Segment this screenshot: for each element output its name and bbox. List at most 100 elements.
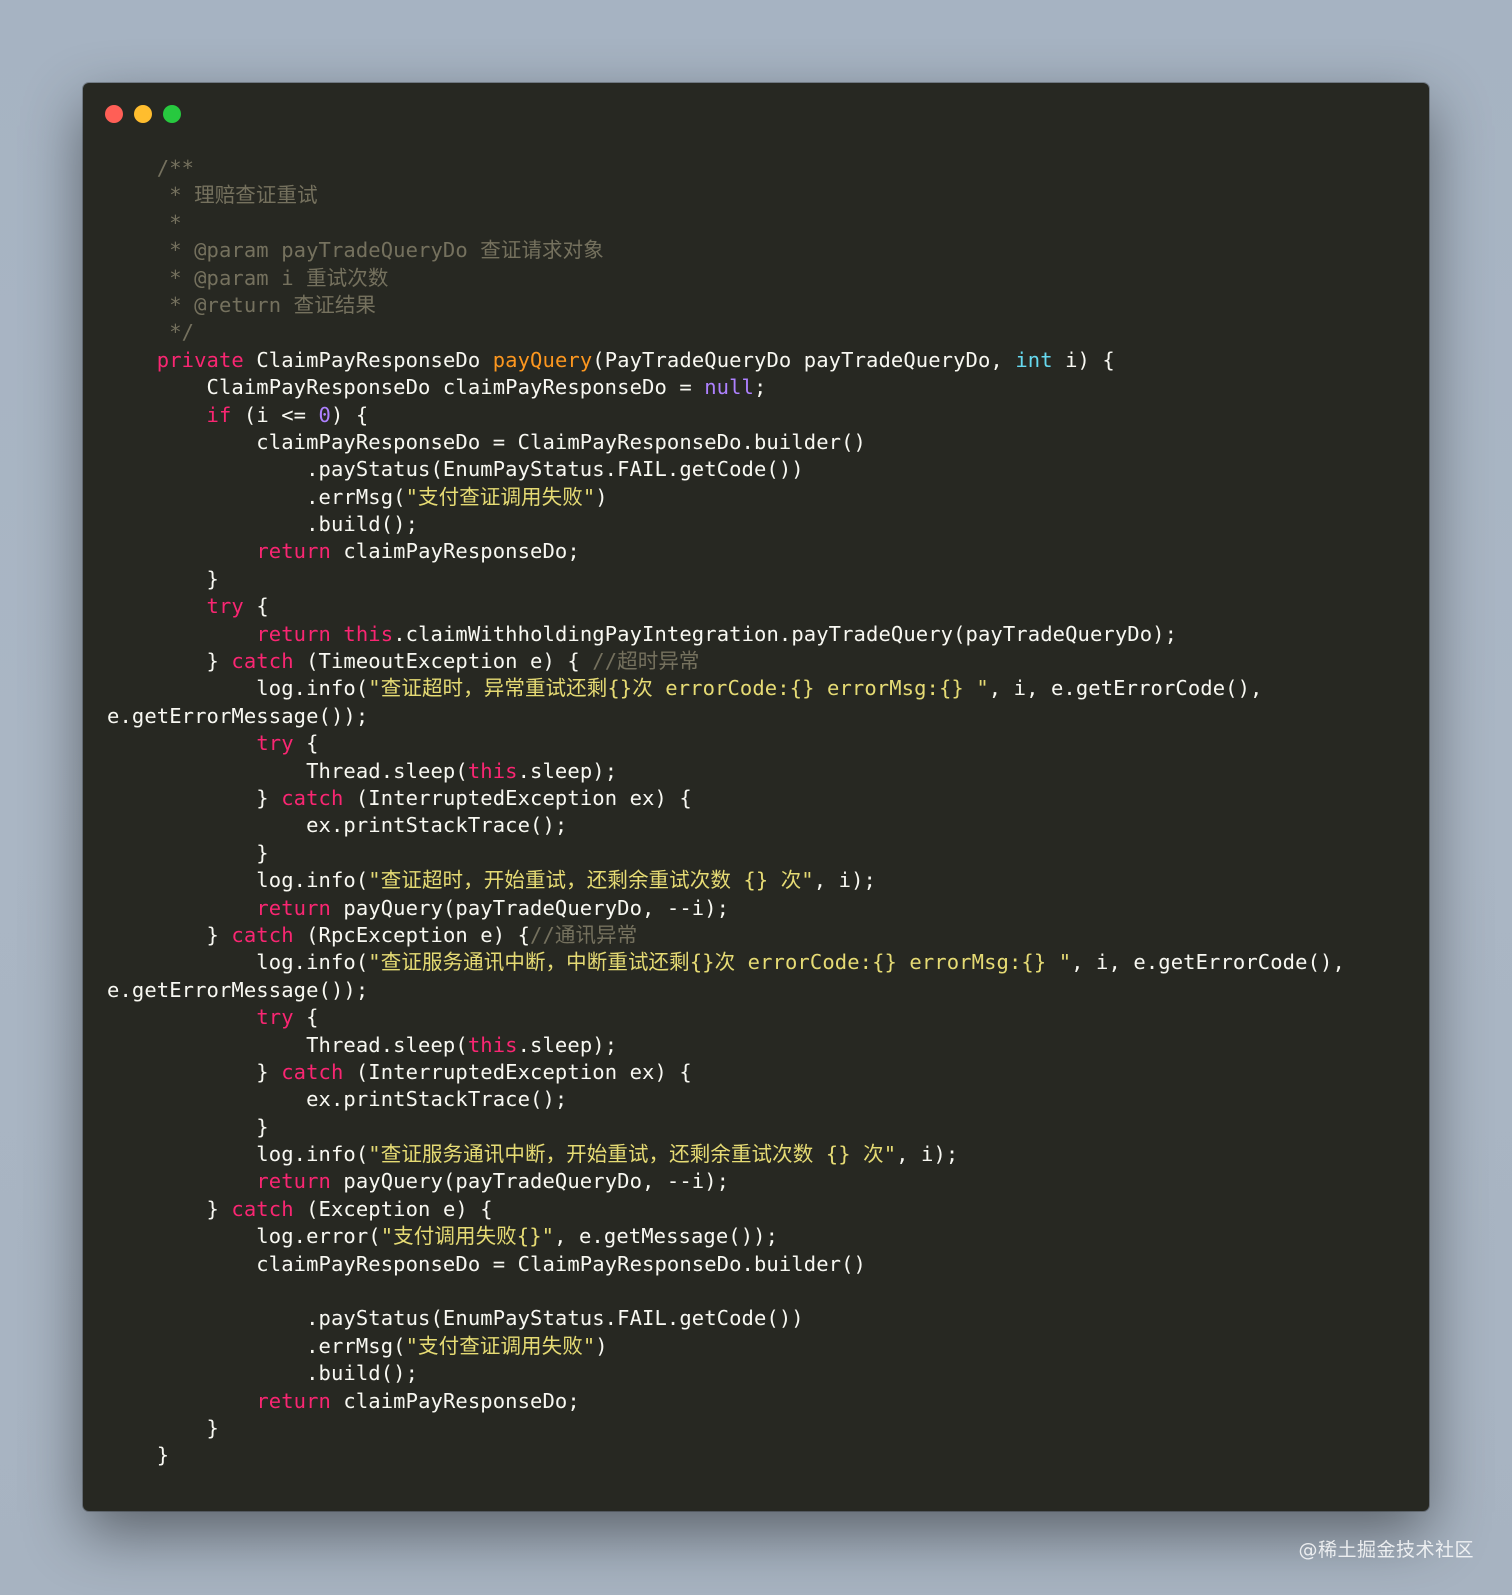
code-token-plain: payQuery(payTradeQueryDo, --i); — [330, 895, 730, 920]
minimize-button[interactable] — [134, 105, 152, 123]
code-line: * @return 查证结果 — [107, 292, 1345, 319]
code-token-plain: , e.getMessage()); — [554, 1224, 779, 1249]
code-token-plain: .payStatus(EnumPayStatus.FAIL.getCode()) — [107, 1306, 804, 1331]
code-line: return claimPayResponseDo; — [107, 538, 1345, 565]
close-button[interactable] — [105, 105, 123, 123]
code-token-plain: .claimWithholdingPayIntegration.payTrade… — [393, 621, 1178, 646]
code-token-plain: i) { — [1052, 347, 1115, 372]
code-token-plain: ClaimPayResponseDo claimPayResponseDo = — [107, 375, 705, 400]
code-line: ex.printStackTrace(); — [107, 812, 1345, 839]
code-token-plain: claimPayResponseDo = ClaimPayResponseDo.… — [107, 1251, 866, 1276]
code-token-keyword: catch — [231, 649, 294, 674]
code-token-plain: claimPayResponseDo; — [330, 1388, 580, 1413]
code-line: * @param i 重试次数 — [107, 265, 1345, 292]
code-token-plain: log.error( — [107, 1224, 381, 1249]
code-line: .payStatus(EnumPayStatus.FAIL.getCode()) — [107, 456, 1345, 483]
code-token-keyword: catch — [231, 922, 294, 947]
code-token-plain: claimPayResponseDo; — [330, 539, 580, 564]
code-token-plain: log.info( — [107, 950, 369, 975]
code-token-string: "查证超时，异常重试还剩{}次 errorCode:{} errorMsg:{}… — [368, 676, 989, 701]
maximize-button[interactable] — [163, 105, 181, 123]
code-token-comment: * — [107, 210, 182, 235]
code-line: .payStatus(EnumPayStatus.FAIL.getCode()) — [107, 1305, 1345, 1332]
code-line: } — [107, 840, 1345, 867]
code-token-plain: ex.printStackTrace(); — [107, 1087, 568, 1112]
code-token-keyword: this — [467, 1032, 518, 1057]
code-line: try { — [107, 593, 1345, 620]
code-line: private ClaimPayResponseDo payQuery(PayT… — [107, 347, 1345, 374]
code-token-string: "查证服务通讯中断，开始重试，还剩余重试次数 {} 次" — [368, 1142, 897, 1167]
code-token-plain: } — [107, 1114, 269, 1139]
code-block: /** * 理赔查证重试 * * @param payTradeQueryDo … — [107, 155, 1345, 1470]
code-token-keyword: return — [256, 621, 331, 646]
code-token-func: payQuery — [492, 347, 593, 372]
code-token-string: "查证服务通讯中断，中断重试还剩{}次 errorCode:{} errorMs… — [368, 950, 1072, 975]
code-token-plain: ex.printStackTrace(); — [107, 813, 568, 838]
code-token-comment: * @param payTradeQueryDo 查证请求对象 — [107, 238, 604, 263]
code-token-plain: (InterruptedException ex) { — [343, 1059, 692, 1084]
code-token-plain: ) { — [331, 402, 369, 427]
code-token-comment: //超时异常 — [592, 649, 700, 674]
code-token-plain: , i); — [813, 868, 876, 893]
code-token-plain: (PayTradeQueryDo payTradeQueryDo, — [592, 347, 1016, 372]
code-token-string: "支付调用失败{}" — [380, 1224, 555, 1249]
code-token-plain: .sleep); — [517, 758, 618, 783]
code-token-plain: { — [293, 731, 319, 756]
code-token-plain: } — [107, 566, 219, 591]
code-token-plain: payQuery(payTradeQueryDo, --i); — [330, 1169, 730, 1194]
code-token-plain: { — [243, 594, 269, 619]
code-line: } catch (RpcException e) {//通讯异常 — [107, 922, 1345, 949]
code-token-plain: (Exception e) { — [293, 1196, 493, 1221]
code-line: log.info("查证服务通讯中断，中断重试还剩{}次 errorCode:{… — [107, 949, 1345, 976]
code-token-plain: claimPayResponseDo = ClaimPayResponseDo.… — [107, 429, 866, 454]
code-token-plain: .errMsg( — [107, 1333, 406, 1358]
code-token-plain: (i <= — [231, 402, 319, 427]
code-token-plain: .errMsg( — [107, 484, 406, 509]
code-line: ClaimPayResponseDo claimPayResponseDo = … — [107, 374, 1345, 401]
code-line: } — [107, 1442, 1345, 1469]
code-token-comment: /** — [107, 156, 195, 180]
code-token-comment: * 理赔查证重试 — [107, 183, 318, 208]
code-line: * — [107, 210, 1345, 237]
code-token-plain: .build(); — [107, 1361, 419, 1386]
code-token-comment: * @return 查证结果 — [107, 292, 377, 317]
code-token-plain: .sleep); — [517, 1032, 618, 1057]
code-token-string: "查证超时，开始重试，还剩余重试次数 {} 次" — [368, 868, 814, 893]
code-token-plain: log.info( — [107, 676, 369, 701]
code-token-keyword: try — [256, 731, 294, 756]
code-token-plain: } — [107, 649, 232, 674]
code-token-keyword: try — [256, 1005, 294, 1030]
code-line: } catch (Exception e) { — [107, 1196, 1345, 1223]
code-line: log.info("查证超时，开始重试，还剩余重试次数 {} 次", i); — [107, 867, 1345, 894]
code-token-plain: (InterruptedException ex) { — [343, 785, 692, 810]
code-token-plain: , i, e.getErrorCode(), — [1071, 950, 1345, 975]
code-token-plain: Thread.sleep( — [107, 758, 468, 783]
code-line: * @param payTradeQueryDo 查证请求对象 — [107, 237, 1345, 264]
code-token-plain: } — [107, 1059, 282, 1084]
code-line: } — [107, 566, 1345, 593]
code-line: .build(); — [107, 1360, 1345, 1387]
code-line: .build(); — [107, 511, 1345, 538]
code-token-plain: } — [107, 1415, 219, 1440]
code-line: } catch (InterruptedException ex) { — [107, 785, 1345, 812]
code-line: } catch (TimeoutException e) { //超时异常 — [107, 648, 1345, 675]
code-window: /** * 理赔查证重试 * * @param payTradeQueryDo … — [83, 83, 1429, 1511]
code-token-plain: , i); — [896, 1142, 959, 1167]
code-token-plain: Thread.sleep( — [107, 1032, 468, 1057]
code-line: e.getErrorMessage()); — [107, 703, 1345, 730]
code-token-keyword: this — [343, 621, 394, 646]
code-token-string: "支付查证调用失败" — [405, 1333, 596, 1358]
code-line: .errMsg("支付查证调用失败") — [107, 484, 1345, 511]
code-token-null: null — [704, 375, 754, 400]
code-line: claimPayResponseDo = ClaimPayResponseDo.… — [107, 429, 1345, 456]
code-token-keyword: catch — [281, 1059, 344, 1084]
code-line: Thread.sleep(this.sleep); — [107, 1032, 1345, 1059]
code-token-plain: .build(); — [107, 512, 419, 537]
code-line: ex.printStackTrace(); — [107, 1086, 1345, 1113]
